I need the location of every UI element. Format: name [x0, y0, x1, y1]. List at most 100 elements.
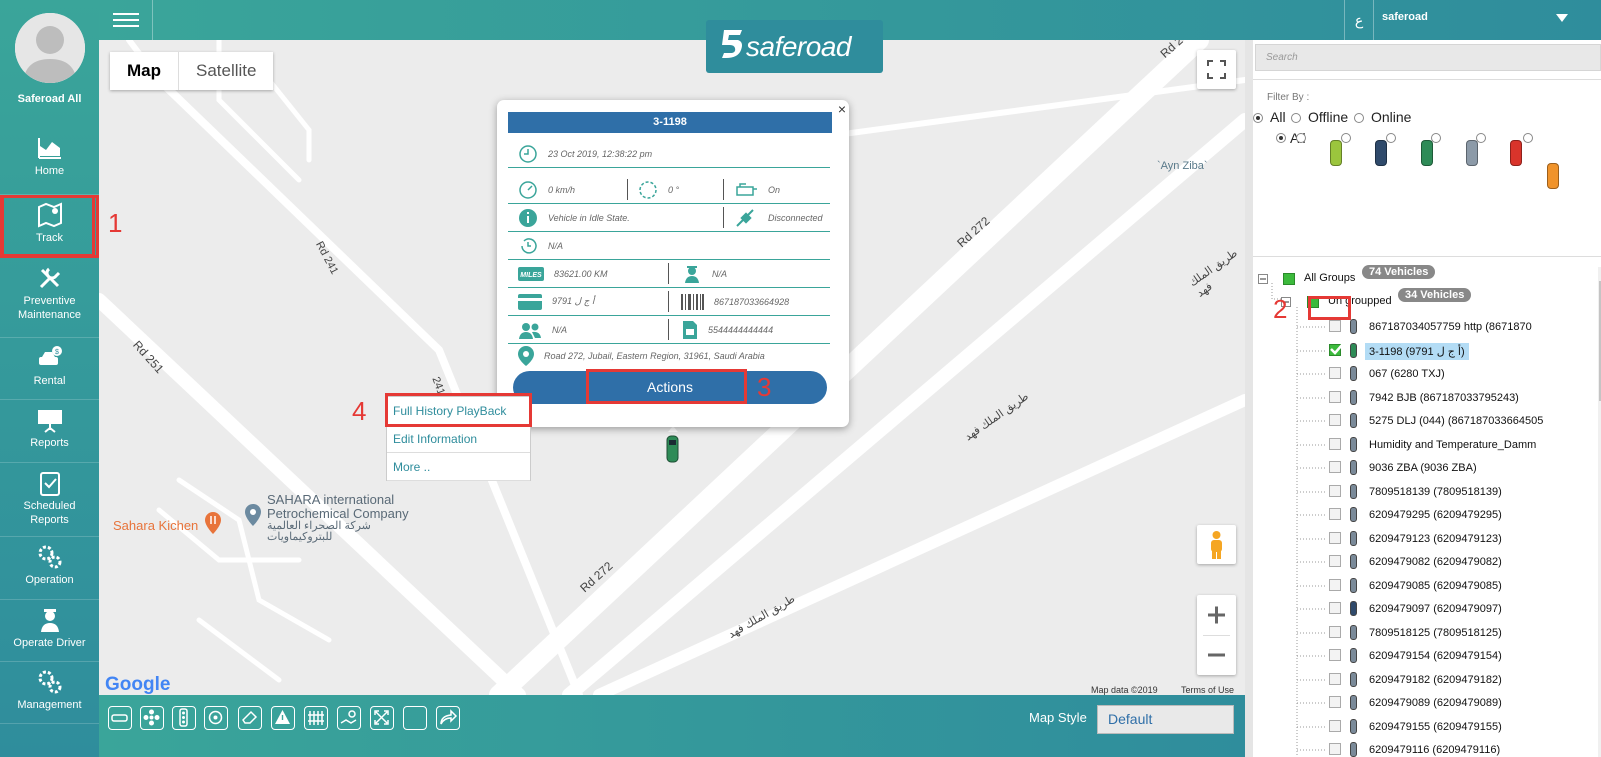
car-type-icon[interactable]: [1330, 140, 1342, 166]
vehicle-row[interactable]: 6209479097 (6209479097): [1253, 597, 1593, 620]
vehicle-checkbox[interactable]: [1329, 602, 1341, 614]
sidebar-item-management[interactable]: Management: [0, 662, 99, 724]
user-select[interactable]: saferoad: [1382, 0, 1582, 40]
vehicle-row[interactable]: 067 (6280 TXJ): [1253, 362, 1593, 385]
vehicle-checkbox[interactable]: [1329, 390, 1341, 403]
tool-eraser-button[interactable]: [238, 706, 262, 730]
map-style-select[interactable]: Default: [1097, 705, 1234, 734]
vehicle-row[interactable]: 6209479182 (6209479182): [1253, 668, 1593, 691]
group-all-checkbox[interactable]: [1283, 273, 1295, 285]
popup-driver: N/A: [712, 268, 728, 279]
vehicle-row[interactable]: Humidity and Temperature_Damm: [1253, 433, 1593, 456]
vehicle-row[interactable]: 5275 DLJ (044) (867187033664505: [1253, 409, 1593, 432]
sidebar-item-preventive-maintenance[interactable]: Preventive Maintenance: [0, 258, 99, 338]
type-filter-radio[interactable]: [1386, 133, 1396, 143]
type-filter-radio[interactable]: [1431, 133, 1441, 143]
more-item[interactable]: More ..: [387, 453, 530, 481]
tool-geofence-button[interactable]: [304, 706, 328, 730]
panel-splitter[interactable]: [1245, 40, 1253, 757]
tool-route-button[interactable]: [337, 706, 361, 730]
car-type-icon[interactable]: [1375, 140, 1387, 166]
terms-link[interactable]: Terms of Use: [1181, 685, 1234, 695]
vehicle-row[interactable]: 6209479295 (6209479295): [1253, 503, 1593, 526]
vehicle-checkbox[interactable]: [1329, 484, 1341, 497]
edit-information-item[interactable]: Edit Information: [387, 425, 530, 453]
type-filter-radio[interactable]: [1341, 133, 1351, 143]
type-filter-radio[interactable]: [1523, 133, 1533, 143]
tool-traffic-button[interactable]: [172, 706, 196, 730]
vehicle-checkbox[interactable]: [1329, 555, 1341, 567]
vehicle-search-input[interactable]: Search: [1255, 44, 1601, 71]
vehicle-row[interactable]: 6209479082 (6209479082): [1253, 550, 1593, 573]
tool-cluster-button[interactable]: [140, 706, 164, 730]
tool-alerts-button[interactable]: [271, 706, 295, 730]
vehicle-row[interactable]: 3-1198 (9791 أ ج ل): [1253, 339, 1593, 362]
car-type-icon[interactable]: [1510, 140, 1522, 166]
status-all-radio[interactable]: [1253, 113, 1263, 123]
vehicle-row[interactable]: 7809518139 (7809518139): [1253, 480, 1593, 503]
vehicle-row[interactable]: 867187034057759 http (8671870: [1253, 315, 1593, 338]
tool-expand-button[interactable]: [370, 706, 394, 730]
type-filter-radio[interactable]: [1296, 133, 1306, 143]
type-filter-radio[interactable]: [1476, 133, 1486, 143]
sidebar-item-scheduled-reports[interactable]: Scheduled Reports: [0, 463, 99, 537]
vehicle-row[interactable]: 6209479089 (6209479089): [1253, 691, 1593, 714]
sidebar-item-operate-driver[interactable]: Operate Driver: [0, 600, 99, 662]
vehicle-checkbox[interactable]: [1329, 578, 1341, 591]
car-type-icon[interactable]: [1547, 163, 1559, 189]
vehicle-row[interactable]: 6209479085 (6209479085): [1253, 574, 1593, 597]
vehicle-checkbox[interactable]: [1329, 672, 1341, 685]
language-toggle-button[interactable]: ع: [1344, 0, 1374, 40]
sidebar-item-rental[interactable]: $ Rental: [0, 338, 99, 400]
vehicle-row[interactable]: 6209479123 (6209479123): [1253, 527, 1593, 550]
restaurant-pin-icon[interactable]: [205, 512, 221, 534]
status-online-radio[interactable]: [1354, 113, 1364, 123]
poi-label[interactable]: Sahara Kichen: [113, 518, 198, 533]
tool-locate-button[interactable]: [204, 706, 228, 730]
hamburger-line: [113, 25, 139, 27]
sidebar-item-operation[interactable]: Operation: [0, 537, 99, 600]
car-type-icon[interactable]: [1421, 140, 1433, 166]
street-view-button[interactable]: [1197, 525, 1236, 564]
vehicle-checkbox[interactable]: [1329, 508, 1341, 520]
vehicle-checkbox[interactable]: [1329, 719, 1341, 732]
sidebar-item-reports[interactable]: Reports: [0, 400, 99, 463]
tool-vehicles-button[interactable]: [108, 706, 132, 730]
vehicle-checkbox[interactable]: [1329, 414, 1341, 426]
map-type-satellite-button[interactable]: Satellite: [179, 52, 273, 90]
status-offline-radio[interactable]: [1291, 113, 1301, 123]
vehicle-checkbox[interactable]: [1329, 461, 1341, 473]
vehicle-checkbox[interactable]: [1329, 743, 1341, 755]
vehicle-row[interactable]: 6209479116 (6209479116): [1253, 738, 1593, 757]
vehicle-checkbox[interactable]: [1329, 437, 1341, 450]
map-type-map-button[interactable]: Map: [110, 52, 179, 90]
vehicle-row[interactable]: 7942 BJB (867187033795243): [1253, 386, 1593, 409]
avatar[interactable]: [15, 13, 85, 83]
vehicle-row[interactable]: 9036 ZBA (9036 ZBA): [1253, 456, 1593, 479]
collapse-icon[interactable]: [1258, 274, 1268, 284]
place-pin-icon[interactable]: [245, 504, 261, 526]
vehicle-checkbox[interactable]: [1329, 625, 1341, 638]
fullscreen-button[interactable]: [1197, 50, 1236, 89]
vehicle-checkbox[interactable]: [1329, 320, 1341, 332]
type-all-radio[interactable]: [1276, 133, 1286, 143]
vehicle-checkbox[interactable]: [1329, 531, 1341, 544]
vehicle-checkbox[interactable]: [1329, 649, 1341, 661]
vehicle-marker[interactable]: [660, 426, 686, 466]
tool-share-button[interactable]: [436, 706, 460, 730]
close-icon[interactable]: ×: [838, 101, 846, 117]
car-type-icon[interactable]: [1466, 140, 1478, 166]
vehicle-checkbox[interactable]: [1329, 367, 1341, 379]
zoom-out-button[interactable]: [1197, 635, 1236, 675]
saferoad-logo: saferoad: [706, 20, 883, 73]
zoom-in-button[interactable]: [1197, 595, 1236, 635]
vehicle-row[interactable]: 6209479155 (6209479155): [1253, 715, 1593, 738]
car-icon: [666, 426, 679, 463]
vehicle-row[interactable]: 7809518125 (7809518125): [1253, 621, 1593, 644]
sidebar-item-home[interactable]: Home: [0, 128, 99, 195]
menu-toggle-button[interactable]: [99, 0, 153, 40]
vehicle-row[interactable]: 6209479154 (6209479154): [1253, 644, 1593, 667]
poi-label[interactable]: SAHARA international Petrochemical Compa…: [267, 493, 409, 521]
vehicle-checkbox[interactable]: [1329, 696, 1341, 708]
tool-blank-button[interactable]: [403, 706, 427, 730]
